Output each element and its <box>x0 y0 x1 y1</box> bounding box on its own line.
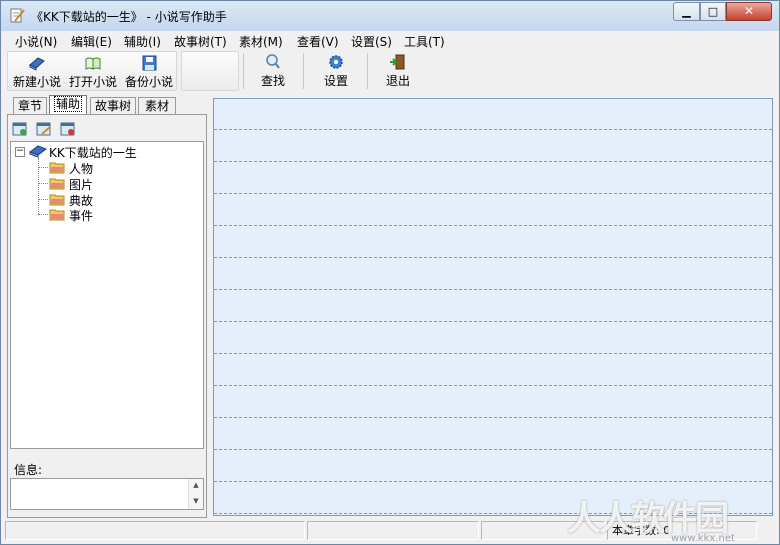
tree-item-images[interactable]: 图片 <box>69 176 93 192</box>
minimize-button[interactable]: ▁ <box>673 2 700 21</box>
exit-door-icon <box>390 54 405 70</box>
tree-item-events[interactable]: 事件 <box>69 207 93 223</box>
chapter-editor[interactable] <box>213 98 773 516</box>
scroll-up-icon[interactable]: ▲ <box>189 481 203 489</box>
menu-settings[interactable]: 设置(S) <box>351 33 392 50</box>
exit-label: 退出 <box>385 74 410 88</box>
toolbar-separator <box>243 53 244 89</box>
status-cell-1 <box>5 521 305 540</box>
tab-assist[interactable]: 辅助 <box>49 95 87 116</box>
info-scrollbar[interactable]: ▲ ▼ <box>188 479 203 509</box>
close-icon: ✕ <box>743 4 755 18</box>
folder-icon <box>49 209 65 221</box>
toolbar-separator <box>303 53 304 89</box>
tab-chapters[interactable]: 章节 <box>13 97 47 114</box>
ruled-line <box>214 353 772 354</box>
minimize-icon: ▁ <box>682 5 691 18</box>
ruled-line <box>214 417 772 418</box>
new-novel-button[interactable]: 新建小说 <box>10 52 64 92</box>
status-cell-2 <box>307 521 479 540</box>
menu-assist[interactable]: 辅助(I) <box>124 33 161 50</box>
toolbar: 新建小说 打开小说 备份小说 查找 设置 退出 <box>5 51 775 91</box>
watermark-url: www.kkx.net <box>671 533 735 544</box>
menu-bar: 小说(N) 编辑(E) 辅助(I) 故事树(T) 素材(M) 查看(V) 设置(… <box>1 31 779 50</box>
tree-connector <box>38 167 48 168</box>
app-window: 《KK下载站的一生》 - 小说写作助手 ▁ □ ✕ 小说(N) 编辑(E) 辅助… <box>0 0 780 545</box>
add-item-icon[interactable] <box>12 121 28 137</box>
book-icon <box>29 145 47 158</box>
info-label: 信息: <box>14 463 43 477</box>
ruled-line <box>214 257 772 258</box>
tree-item-characters[interactable]: 人物 <box>69 160 93 176</box>
toolbar-group-file: 新建小说 打开小说 备份小说 <box>7 51 177 91</box>
collapse-toggle[interactable]: − <box>15 147 25 157</box>
find-label: 查找 <box>260 74 285 88</box>
toolbar-separator <box>367 53 368 89</box>
ruled-line <box>214 449 772 450</box>
magnifier-icon <box>266 54 280 69</box>
ruled-line <box>214 289 772 290</box>
info-textbox[interactable]: ▲ ▼ <box>10 478 204 510</box>
new-book-icon <box>29 57 45 71</box>
gear-icon <box>329 55 343 69</box>
ruled-line <box>214 385 772 386</box>
folder-icon <box>49 178 65 190</box>
maximize-button[interactable]: □ <box>700 2 726 21</box>
menu-view[interactable]: 查看(V) <box>297 33 339 50</box>
assist-tree: − KK下载站的一生 人物 图片 典故 事件 <box>10 141 204 449</box>
exit-button[interactable]: 退出 <box>369 51 427 91</box>
menu-novel[interactable]: 小说(N) <box>15 33 57 50</box>
ruled-line <box>214 321 772 322</box>
ruled-line <box>214 129 772 130</box>
ruled-line <box>214 225 772 226</box>
tree-root[interactable]: KK下载站的一生 <box>49 144 137 160</box>
folder-icon <box>49 194 65 206</box>
settings-button[interactable]: 设置 <box>307 51 365 91</box>
tab-story-tree[interactable]: 故事树 <box>90 97 136 114</box>
new-novel-label: 新建小说 <box>12 75 61 89</box>
title-bar[interactable]: 《KK下载站的一生》 - 小说写作助手 ▁ □ ✕ <box>1 1 779 31</box>
close-button[interactable]: ✕ <box>726 2 772 21</box>
open-book-icon <box>85 57 101 70</box>
find-button[interactable]: 查找 <box>245 51 301 91</box>
open-novel-label: 打开小说 <box>68 75 117 89</box>
tab-material[interactable]: 素材 <box>138 97 176 114</box>
tree-connector <box>38 199 48 200</box>
edit-item-icon[interactable] <box>36 121 52 137</box>
tree-item-allusions[interactable]: 典故 <box>69 192 93 208</box>
settings-label: 设置 <box>323 74 348 88</box>
folder-icon <box>49 162 65 174</box>
floppy-disk-icon <box>142 55 157 71</box>
ruled-line <box>214 481 772 482</box>
window-title: 《KK下载站的一生》 - 小说写作助手 <box>31 10 227 24</box>
tree-connector <box>38 214 48 215</box>
menu-edit[interactable]: 编辑(E) <box>71 33 112 50</box>
menu-tools[interactable]: 工具(T) <box>404 33 445 50</box>
assist-tab-page: − KK下载站的一生 人物 图片 典故 事件 信息: ▲ ▼ <box>7 114 207 518</box>
notepad-pen-icon <box>10 8 25 23</box>
scroll-down-icon[interactable]: ▼ <box>189 497 203 505</box>
toolbar-empty-slot <box>181 51 239 91</box>
delete-item-icon[interactable] <box>60 121 76 137</box>
ruled-line <box>214 193 772 194</box>
backup-novel-button[interactable]: 备份小说 <box>122 52 176 92</box>
maximize-icon: □ <box>707 5 719 18</box>
left-panel: 章节 辅助 故事树 素材 − KK下载站的一生 人物 图片 典故 事件 信息: … <box>5 93 209 518</box>
menu-story-tree[interactable]: 故事树(T) <box>174 33 227 50</box>
backup-novel-label: 备份小说 <box>124 75 173 89</box>
menu-material[interactable]: 素材(M) <box>239 33 283 50</box>
tree-connector <box>38 183 48 184</box>
open-novel-button[interactable]: 打开小说 <box>66 52 120 92</box>
ruled-line <box>214 161 772 162</box>
